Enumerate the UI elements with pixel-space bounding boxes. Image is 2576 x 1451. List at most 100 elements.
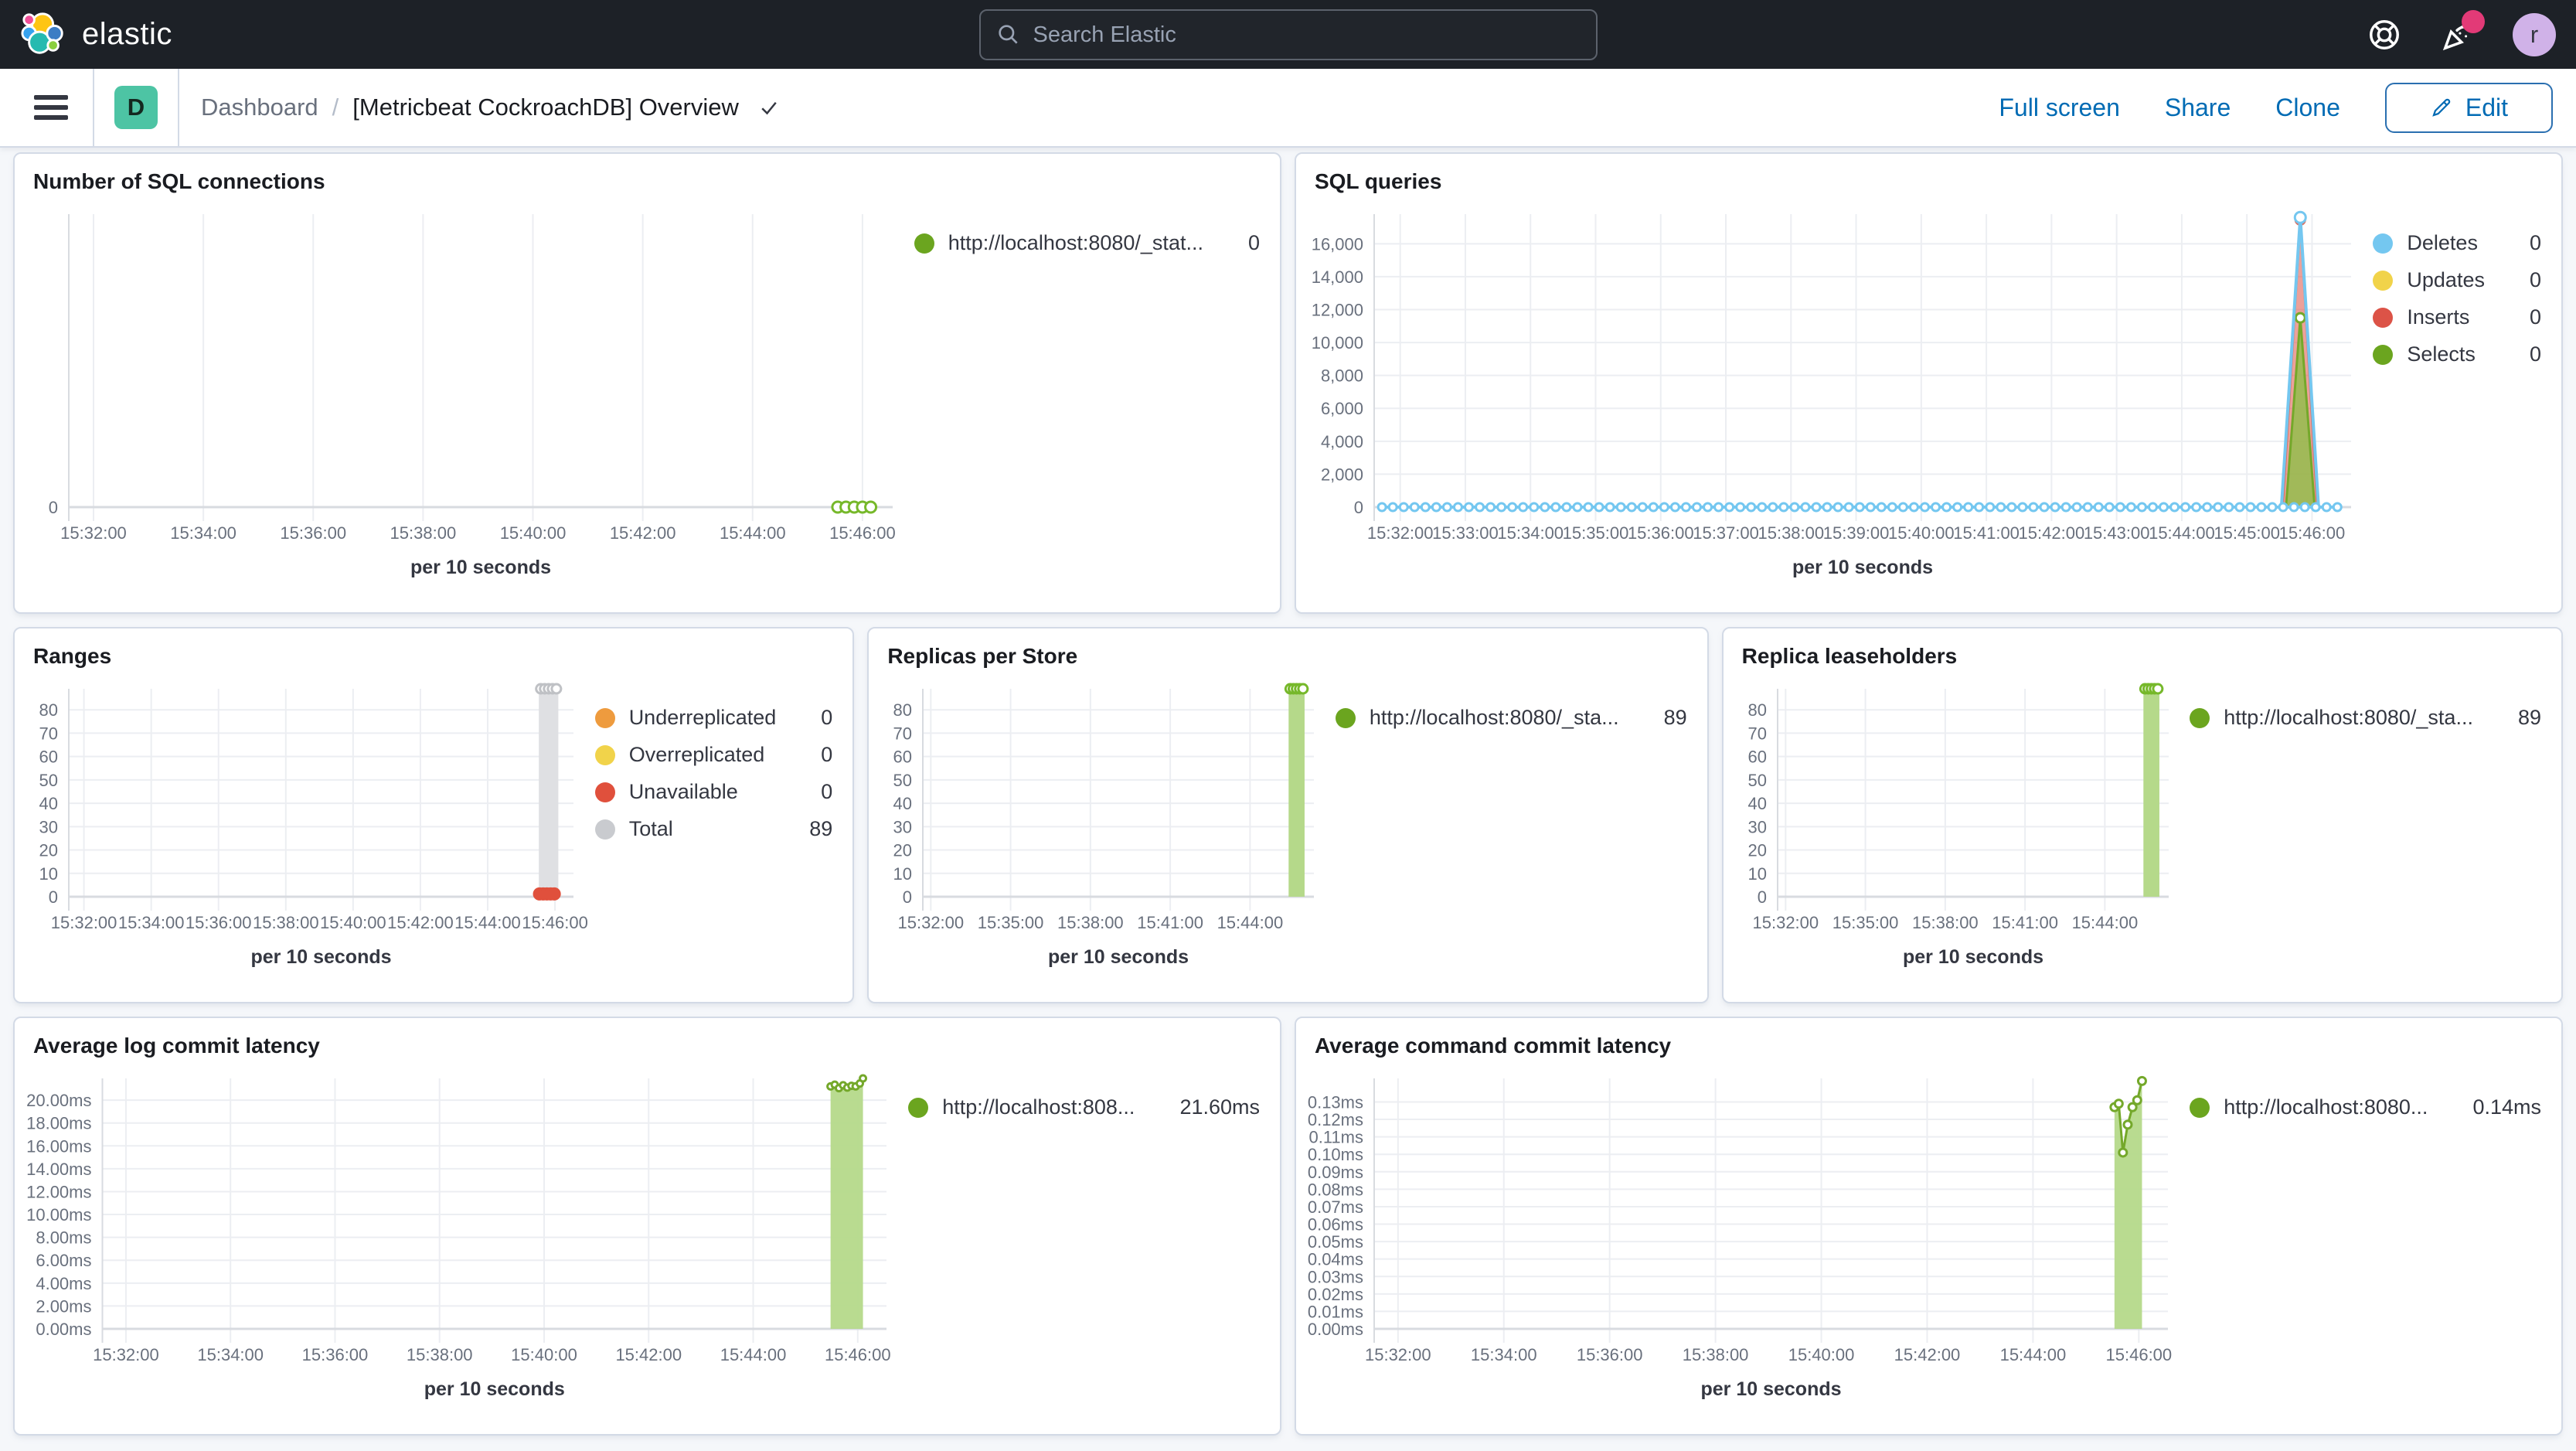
newsfeed-button[interactable] xyxy=(2438,9,2485,55)
legend-item[interactable]: Unavailable 0 xyxy=(594,780,832,804)
panel-replicas-per-store: Replicas per Store 15:32:00 15:35:00 15:38… xyxy=(867,627,1709,1003)
svg-text:0.11ms: 0.11ms xyxy=(1308,1128,1363,1147)
svg-text:15:44:00: 15:44:00 xyxy=(720,1345,787,1364)
legend-item[interactable]: Total 89 xyxy=(594,817,833,841)
svg-text:15:44:00: 15:44:00 xyxy=(2000,1345,2067,1364)
legend-item[interactable]: Updates 0 xyxy=(2373,268,2541,292)
legend-item[interactable]: http://localhost:8080/_sta... 89 xyxy=(1335,706,1687,730)
legend-item[interactable]: Selects 0 xyxy=(2373,342,2541,366)
pencil-icon xyxy=(2432,98,2451,117)
hamburger-icon xyxy=(34,95,68,120)
x-axis-title: per 10 seconds xyxy=(1903,946,2043,968)
svg-text:15:40:00: 15:40:00 xyxy=(1788,1345,1855,1364)
svg-text:15:40:00: 15:40:00 xyxy=(1888,523,1955,543)
sql-queries-chart[interactable]: 15:32:00 15:33:00 15:34:00 15:35:00 15:36:00… xyxy=(1296,197,2368,612)
legend-item[interactable]: http://localhost:8080/_stat... 0 xyxy=(914,231,1260,255)
svg-text:0.04ms: 0.04ms xyxy=(1308,1250,1363,1269)
svg-text:15:46:00: 15:46:00 xyxy=(2279,523,2346,543)
ranges-chart[interactable]: 15:32:00 15:34:00 15:36:00 15:38:00 15:40:00… xyxy=(15,672,590,1002)
breadcrumb-dashboard-link[interactable]: Dashboard xyxy=(201,94,318,121)
legend-value: 89 xyxy=(809,817,833,840)
svg-text:15:36:00: 15:36:00 xyxy=(185,913,252,932)
legend-dot-icon xyxy=(594,819,615,840)
avatar-initial: r xyxy=(2530,20,2539,48)
svg-text:15:32:00: 15:32:00 xyxy=(1365,1345,1431,1364)
svg-text:12,000: 12,000 xyxy=(1312,300,1363,319)
edit-button-label: Edit xyxy=(2465,93,2508,121)
svg-text:0.05ms: 0.05ms xyxy=(1308,1232,1363,1252)
replicas-per-store-chart[interactable]: 15:32:00 15:35:00 15:38:00 15:41:00 15:44:00… xyxy=(869,672,1331,1002)
legend-dot-icon xyxy=(2373,270,2394,291)
top-header: elastic r xyxy=(0,0,2576,69)
svg-text:15:38:00: 15:38:00 xyxy=(390,523,457,543)
x-axis-title: per 10 seconds xyxy=(1048,946,1189,968)
legend-item[interactable]: Underreplicated 0 xyxy=(594,706,833,730)
toolbar-divider xyxy=(93,69,94,146)
svg-text:80: 80 xyxy=(893,700,912,720)
legend-item[interactable]: Overreplicated 0 xyxy=(594,743,832,767)
elastic-brand[interactable]: elastic xyxy=(20,11,172,59)
avg-command-commit-latency-chart[interactable]: 15:32:00 15:34:00 15:36:00 15:38:00 15:40:00… xyxy=(1296,1061,2185,1434)
svg-text:15:42:00: 15:42:00 xyxy=(387,913,454,932)
legend-value: 0 xyxy=(2529,268,2541,291)
svg-text:15:34:00: 15:34:00 xyxy=(170,523,237,543)
legend-item[interactable]: Deletes 0 xyxy=(2373,231,2541,255)
svg-text:10: 10 xyxy=(893,864,912,884)
legend-dot-icon xyxy=(908,1097,929,1118)
legend-value: 89 xyxy=(2517,706,2541,729)
search-icon xyxy=(998,25,1018,44)
legend-value: 0 xyxy=(1247,231,1260,254)
panel-title: Replica leaseholders xyxy=(1741,644,1958,668)
menu-button[interactable] xyxy=(23,90,93,124)
legend-item[interactable]: http://localhost:8080... 0.14ms xyxy=(2190,1095,2541,1119)
svg-text:40: 40 xyxy=(1747,794,1766,813)
svg-text:0.12ms: 0.12ms xyxy=(1308,1110,1363,1129)
help-button[interactable] xyxy=(2364,15,2404,55)
user-avatar[interactable]: r xyxy=(2513,12,2556,56)
chart-legend: http://localhost:8080/_sta... 89 xyxy=(2185,672,2561,1002)
search-input[interactable] xyxy=(1033,22,1581,48)
svg-text:12.00ms: 12.00ms xyxy=(26,1182,91,1201)
svg-text:0: 0 xyxy=(49,887,58,907)
sql-connections-chart[interactable]: 15:32:00 15:34:00 15:36:00 15:38:00 15:40:00… xyxy=(15,197,910,612)
panel-title: Average command commit latency xyxy=(1315,1034,1672,1058)
legend-label: http://localhost:8080/_sta... xyxy=(1369,706,1619,729)
avg-log-commit-latency-chart[interactable]: 15:32:00 15:34:00 15:36:00 15:38:00 15:40:00… xyxy=(15,1061,903,1434)
legend-dot-icon xyxy=(2373,307,2394,328)
svg-text:70: 70 xyxy=(893,724,912,743)
panel-title: Average log commit latency xyxy=(33,1034,320,1058)
clone-button[interactable]: Clone xyxy=(2275,94,2340,122)
svg-text:15:32:00: 15:32:00 xyxy=(898,913,965,932)
chart-legend: Underreplicated 0 Overreplicated 0 Unavailab… xyxy=(590,672,853,1002)
svg-text:4.00ms: 4.00ms xyxy=(36,1274,91,1293)
global-search[interactable] xyxy=(978,9,1598,60)
legend-item[interactable]: http://localhost:8080/_sta... 89 xyxy=(2190,706,2541,730)
full-screen-button[interactable]: Full screen xyxy=(1999,94,2120,122)
edit-button[interactable]: Edit xyxy=(2384,82,2553,133)
svg-text:15:44:00: 15:44:00 xyxy=(454,913,521,932)
svg-text:30: 30 xyxy=(893,817,912,836)
legend-label: Updates xyxy=(2407,268,2485,291)
x-axis-title: per 10 seconds xyxy=(1792,557,1933,578)
legend-label: http://localhost:8080/_sta... xyxy=(2224,706,2473,729)
legend-item[interactable]: Inserts 0 xyxy=(2373,305,2541,329)
legend-dot-icon xyxy=(914,233,934,254)
svg-text:15:34:00: 15:34:00 xyxy=(1471,1345,1537,1364)
legend-dot-icon xyxy=(2190,707,2210,728)
legend-label: http://localhost:8080... xyxy=(2224,1095,2428,1119)
svg-text:8.00ms: 8.00ms xyxy=(36,1228,91,1248)
svg-text:15:32:00: 15:32:00 xyxy=(51,913,117,932)
title-check-icon[interactable] xyxy=(757,96,781,119)
dashboard-app-badge[interactable]: D xyxy=(114,86,158,129)
page-title: [Metricbeat CockroachDB] Overview xyxy=(352,94,739,121)
legend-item[interactable]: http://localhost:808... 21.60ms xyxy=(908,1095,1260,1119)
svg-text:15:38:00: 15:38:00 xyxy=(253,913,319,932)
legend-value: 0 xyxy=(821,706,833,729)
legend-dot-icon xyxy=(594,782,615,802)
x-axis-title: per 10 seconds xyxy=(424,1378,565,1400)
legend-label: Overreplicated xyxy=(628,743,765,766)
replica-leaseholders-chart[interactable]: 15:32:00 15:35:00 15:38:00 15:41:00 15:44:00… xyxy=(1724,672,2186,1002)
share-button[interactable]: Share xyxy=(2165,94,2231,122)
svg-text:15:36:00: 15:36:00 xyxy=(1628,523,1694,543)
chart-legend: http://localhost:808... 21.60ms xyxy=(903,1061,1280,1434)
